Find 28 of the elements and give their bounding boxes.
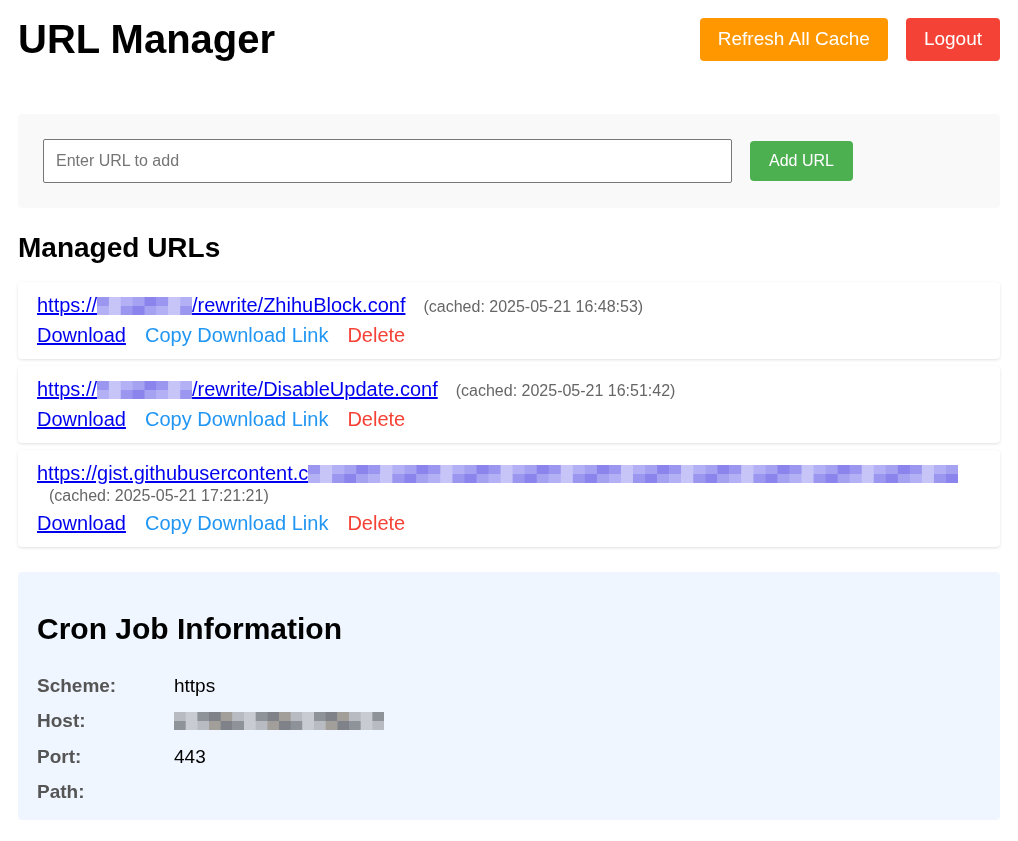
add-url-button[interactable]: Add URL (750, 141, 853, 181)
copy-link[interactable]: Copy Download Link (144, 512, 329, 535)
cached-time: (cached: 2025-05-21 17:21:21) (48, 487, 269, 505)
info-label: Scheme: (37, 674, 118, 697)
delete-link[interactable]: Delete (347, 512, 406, 535)
info-value: https (174, 674, 216, 697)
cron-heading: Cron Job Information (37, 612, 343, 646)
page-title: URL Manager (18, 16, 276, 62)
cached-time: (cached: 2025-05-21 16:48:53) (423, 298, 644, 316)
url-link[interactable]: https:// /rewrite/DisableUpdate.conf (37, 378, 438, 401)
logout-button[interactable]: Logout (905, 17, 1000, 61)
download-link[interactable]: Download (37, 512, 126, 535)
copy-link[interactable]: Copy Download Link (144, 324, 329, 347)
delete-link[interactable]: Delete (347, 324, 406, 347)
url-link[interactable]: https://gist.githubusercontent.c (37, 462, 959, 485)
refresh-cache-button[interactable]: Refresh All Cache (699, 17, 888, 61)
info-label: Port: (37, 745, 83, 768)
download-link[interactable]: Download (37, 324, 126, 347)
delete-link[interactable]: Delete (347, 408, 406, 431)
url-input-field[interactable]: Enter URL to add (43, 139, 732, 183)
section-heading: Managed URLs (18, 232, 222, 264)
info-label: Path: (37, 781, 86, 804)
cached-time: (cached: 2025-05-21 16:51:42) (455, 382, 676, 400)
download-link[interactable]: Download (37, 408, 126, 431)
info-value: 443 (174, 745, 206, 768)
url-link[interactable]: https:// /rewrite/ZhihuBlock.conf (37, 294, 406, 317)
copy-link[interactable]: Copy Download Link (144, 408, 329, 431)
info-label: Host: (37, 710, 87, 733)
